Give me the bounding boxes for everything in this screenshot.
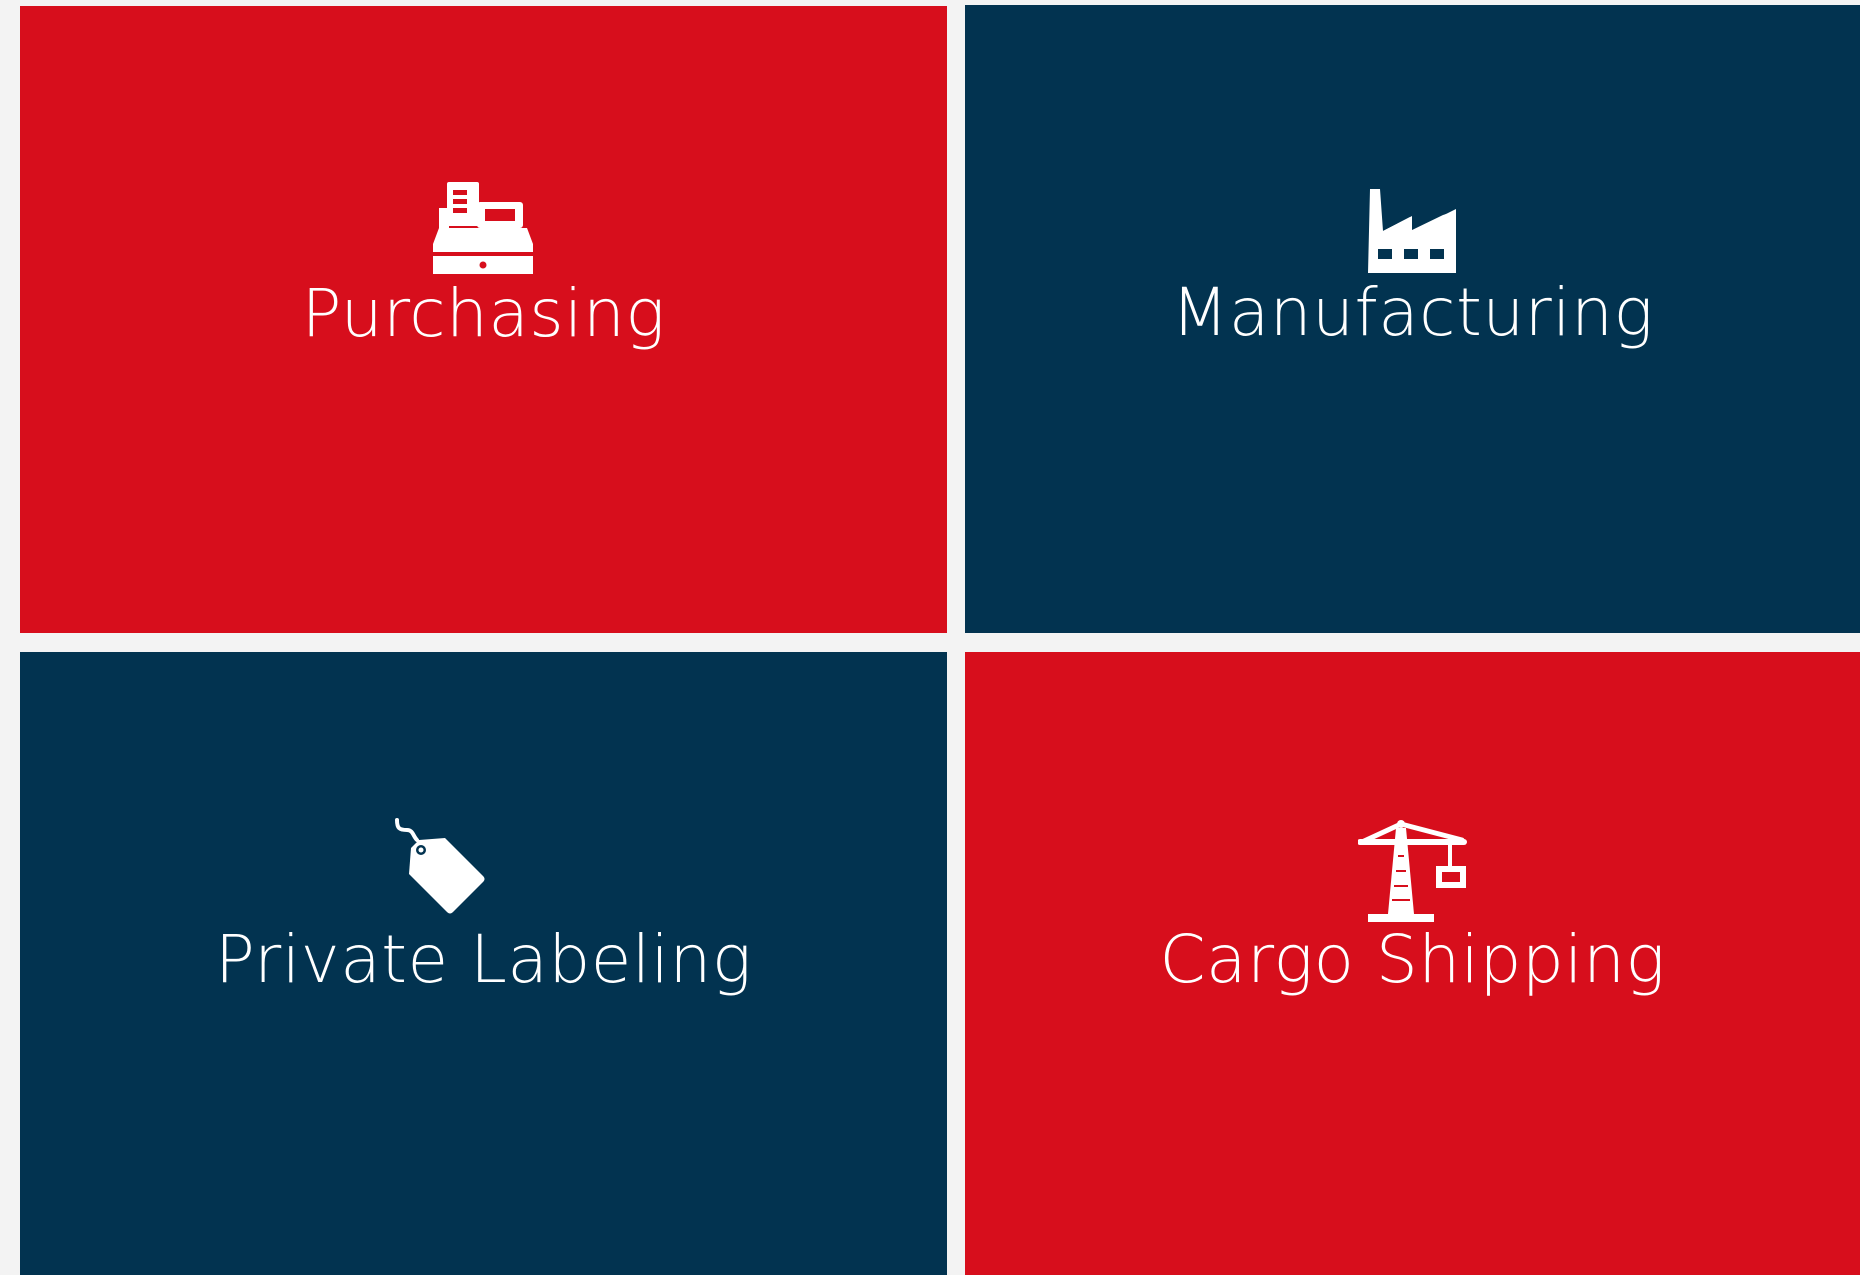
cash-register-icon: [429, 170, 539, 280]
tile-cargo-shipping[interactable]: Cargo Shipping: [965, 652, 1860, 1275]
tile-label-manufacturing: Manufacturing: [1171, 274, 1654, 351]
tile-label-private-labeling: Private Labeling: [215, 921, 752, 998]
tile-manufacturing[interactable]: Manufacturing: [965, 5, 1860, 633]
crane-icon: [1357, 816, 1468, 926]
tile-label-purchasing: Purchasing: [301, 275, 666, 352]
price-tag-icon: [389, 816, 499, 926]
tile-purchasing[interactable]: Purchasing: [20, 6, 947, 633]
tile-private-labeling[interactable]: Private Labeling: [20, 652, 947, 1275]
tile-label-cargo-shipping: Cargo Shipping: [1159, 921, 1666, 998]
factory-icon: [1358, 169, 1468, 279]
